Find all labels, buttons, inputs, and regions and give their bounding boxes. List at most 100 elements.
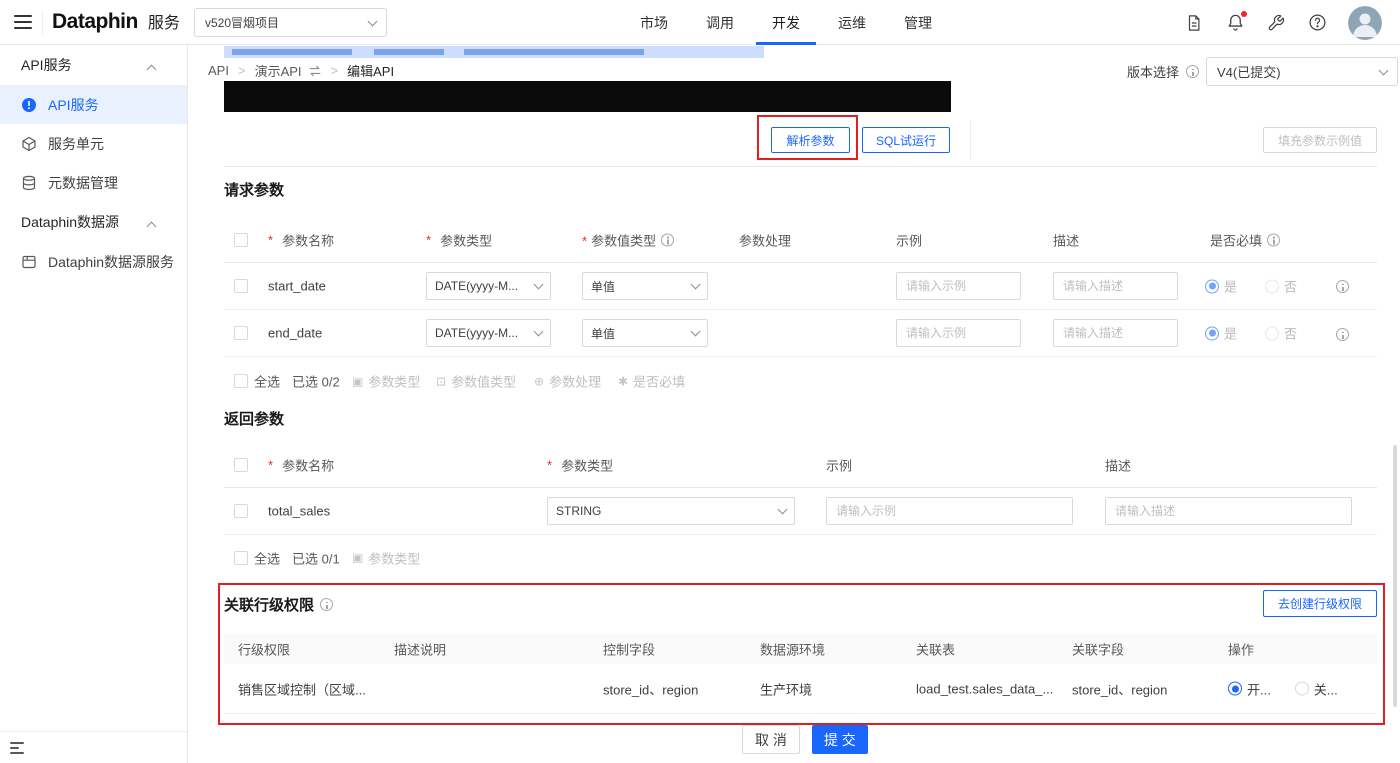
- breadcrumb: API > 演示API > 编辑API: [208, 61, 394, 80]
- permission-on-label: 开...: [1247, 682, 1271, 697]
- help-icon[interactable]: [1307, 13, 1327, 33]
- parse-params-button[interactable]: 解析参数: [771, 127, 850, 153]
- version-select[interactable]: V4(已提交): [1206, 57, 1398, 86]
- chevron-down-icon: [777, 504, 788, 515]
- info-icon[interactable]: [320, 598, 334, 611]
- row-info-icon[interactable]: [1336, 328, 1349, 341]
- example-input[interactable]: [896, 272, 1021, 300]
- param-name: total_sales: [268, 503, 331, 519]
- col-required: 是否必填: [1210, 230, 1281, 249]
- top-nav: 市场 调用 开发 运维 管理: [640, 0, 932, 45]
- info-icon[interactable]: [661, 233, 675, 246]
- sidebar-group-api-service[interactable]: API服务: [0, 45, 187, 85]
- nav-admin[interactable]: 管理: [904, 0, 932, 45]
- desc-input[interactable]: [1053, 319, 1178, 347]
- permission-off-radio[interactable]: [1294, 681, 1309, 696]
- permission-on-radio[interactable]: [1228, 681, 1242, 696]
- param-type-select[interactable]: STRING: [547, 497, 795, 525]
- batch-value-type[interactable]: ⊡ 参数值类型: [436, 372, 516, 391]
- sidebar-collapse-icon[interactable]: [10, 741, 24, 754]
- response-param-row: total_sales STRING: [224, 488, 1377, 535]
- col-example: 示例: [896, 233, 923, 248]
- sidebar-group-datasource[interactable]: Dataphin数据源: [0, 202, 187, 242]
- project-select-value: v520冒烟项目: [205, 16, 280, 30]
- select-all-label[interactable]: 全选: [254, 548, 280, 567]
- permission-name: 销售区域控制（区域...: [238, 682, 366, 697]
- sidebar-item-datasource-service[interactable]: Dataphin数据源服务: [0, 242, 187, 281]
- value-type-select[interactable]: 单值: [582, 272, 708, 300]
- tools-wrench-icon[interactable]: [1266, 13, 1286, 33]
- col-param-handle: 参数处理: [739, 233, 792, 248]
- col-param-name: 参数名称: [268, 230, 334, 249]
- batch-required[interactable]: ✱ 是否必填: [618, 372, 685, 391]
- vertical-scrollbar[interactable]: [1393, 445, 1397, 707]
- required-yes-radio[interactable]: [1205, 326, 1219, 340]
- sidebar-item-label: 服务单元: [48, 135, 104, 152]
- dataphin-logo[interactable]: Dataphin 服务: [52, 9, 180, 34]
- sidebar-item-service-unit[interactable]: 服务单元: [0, 124, 187, 163]
- info-icon[interactable]: [1186, 65, 1199, 78]
- required-no-radio[interactable]: [1265, 326, 1280, 340]
- chevron-down-icon: [1378, 65, 1389, 75]
- required-radio-group: 是 否: [1205, 324, 1297, 343]
- row-info-icon[interactable]: [1336, 280, 1349, 293]
- sidebar-item-api-service[interactable]: API服务: [0, 85, 187, 124]
- cancel-button[interactable]: 取 消: [742, 725, 800, 754]
- param-type-select[interactable]: DATE(yyyy-M...: [426, 319, 551, 347]
- sidebar-item-label: Dataphin数据源服务: [48, 253, 175, 270]
- nav-ops[interactable]: 运维: [838, 0, 866, 45]
- user-avatar[interactable]: [1348, 5, 1382, 40]
- required-radio-group: 是 否: [1205, 277, 1297, 296]
- required-no-label: 否: [1284, 279, 1298, 295]
- sidebar-item-metadata[interactable]: 元数据管理: [0, 163, 187, 202]
- nav-invoke[interactable]: 调用: [706, 0, 734, 45]
- submit-button[interactable]: 提 交: [811, 725, 868, 754]
- required-yes-radio[interactable]: [1205, 279, 1219, 293]
- breadcrumb-api[interactable]: API: [208, 63, 229, 78]
- document-icon[interactable]: [1184, 13, 1204, 33]
- nav-develop[interactable]: 开发: [756, 0, 816, 45]
- col-action: 操作: [1228, 642, 1255, 658]
- select-all-checkbox[interactable]: [234, 457, 248, 472]
- row-checkbox[interactable]: [234, 279, 248, 293]
- notification-bell-icon[interactable]: [1225, 10, 1247, 33]
- info-icon[interactable]: [1267, 233, 1281, 246]
- response-table-header: 参数名称 参数类型 示例 描述: [224, 442, 1377, 488]
- row-checkbox[interactable]: [234, 326, 248, 340]
- selected-count: 已选 0/1: [292, 551, 340, 566]
- chevron-down-icon: [533, 279, 544, 290]
- chevron-down-icon: [533, 326, 544, 337]
- batch-param-type[interactable]: ▣ 参数类型: [352, 372, 420, 391]
- col-param-type: 参数类型: [426, 230, 492, 249]
- sql-editor-remnant[interactable]: [224, 81, 951, 112]
- project-select[interactable]: v520冒烟项目: [194, 8, 387, 37]
- select-all-checkbox[interactable]: [234, 374, 248, 388]
- param-type-select[interactable]: DATE(yyyy-M...: [426, 272, 551, 300]
- param-type-icon: ▣: [352, 374, 364, 388]
- metadata-database-icon: [22, 175, 36, 190]
- select-all-checkbox[interactable]: [234, 550, 248, 565]
- sql-test-run-button[interactable]: SQL试运行: [862, 127, 950, 153]
- desc-input[interactable]: [1053, 272, 1178, 300]
- required-no-radio[interactable]: [1265, 279, 1280, 293]
- main-content: API > 演示API > 编辑API 版本选择 V4(已提交) 解析参数 SQ…: [189, 45, 1400, 763]
- select-all-label[interactable]: 全选: [254, 372, 280, 391]
- request-params-title: 请求参数: [224, 182, 285, 199]
- batch-param-type[interactable]: ▣ 参数类型: [352, 548, 420, 567]
- select-all-checkbox[interactable]: [234, 232, 248, 247]
- nav-market[interactable]: 市场: [640, 0, 668, 45]
- param-value-type-icon: ⊡: [436, 374, 447, 388]
- value-type-select[interactable]: 单值: [582, 319, 708, 347]
- batch-param-handle[interactable]: ⊕ 参数处理: [534, 372, 601, 391]
- example-input[interactable]: [826, 497, 1073, 525]
- row-checkbox[interactable]: [234, 504, 248, 518]
- response-params-title: 返回参数: [224, 411, 285, 428]
- fill-example-button[interactable]: 填充参数示例值: [1263, 127, 1377, 153]
- hamburger-menu-icon[interactable]: [14, 15, 32, 33]
- col-related-table: 关联表: [916, 642, 956, 658]
- request-table-header: 参数名称 参数类型 参数值类型 参数处理 示例 描述 是否必填: [224, 217, 1377, 263]
- desc-input[interactable]: [1105, 497, 1352, 525]
- create-row-permission-button[interactable]: 去创建行级权限: [1263, 590, 1377, 617]
- example-input[interactable]: [896, 319, 1021, 347]
- breadcrumb-demo-api[interactable]: 演示API: [255, 61, 302, 80]
